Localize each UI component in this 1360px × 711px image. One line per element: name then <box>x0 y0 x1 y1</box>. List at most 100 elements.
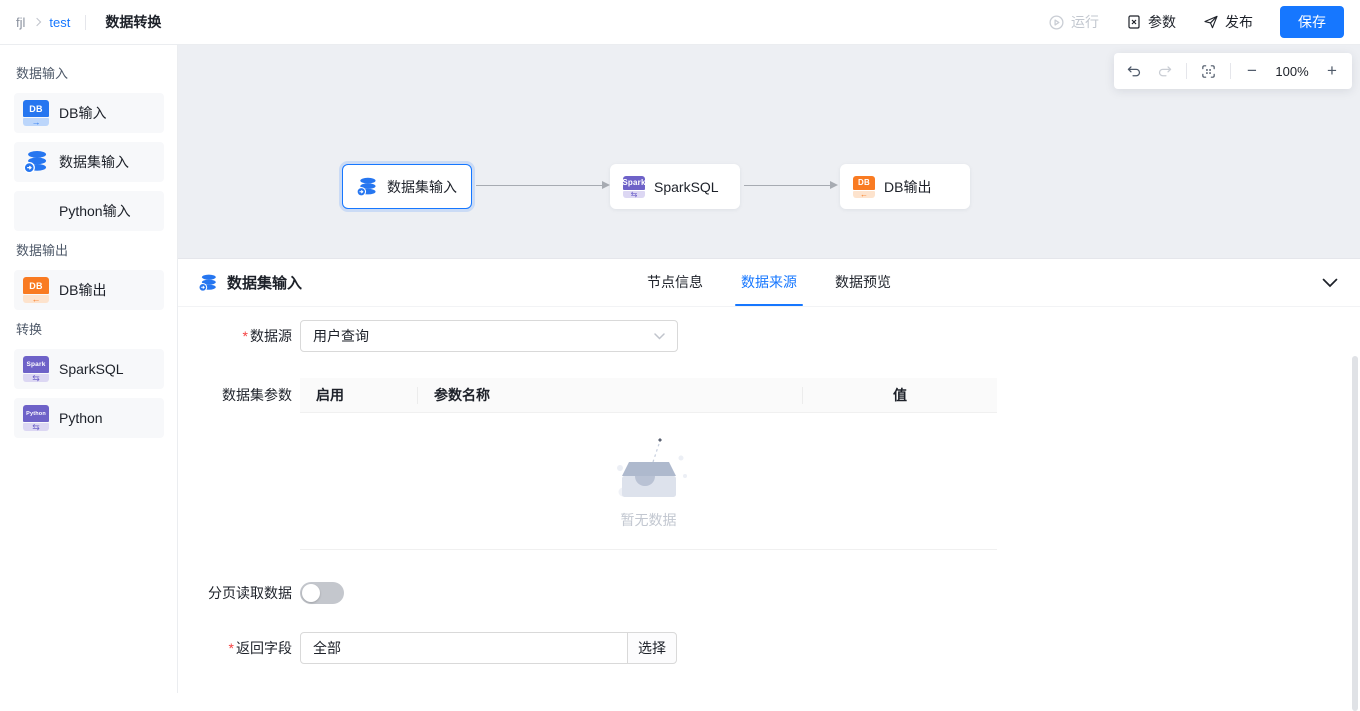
chevron-right-icon <box>33 17 41 25</box>
column-header-param-name: 参数名称 <box>418 378 803 412</box>
paging-label: 分页读取数据 <box>178 582 292 604</box>
datasource-row: *数据源 用户查询 <box>178 320 1360 352</box>
dataset-input-icon <box>356 176 378 198</box>
publish-button[interactable]: 发布 <box>1203 12 1253 32</box>
page-title: 数据转换 <box>105 12 161 32</box>
top-bar: fjl test 数据转换 运行 参数 发布 保存 <box>0 0 1360 45</box>
zoom-in-button[interactable]: + <box>1324 63 1340 79</box>
datasource-select[interactable]: 用户查询 <box>300 320 678 352</box>
palette-item-label: DB输入 <box>59 103 106 123</box>
divider <box>1230 63 1231 79</box>
tab-data-source[interactable]: 数据来源 <box>741 258 797 306</box>
node-palette-sidebar: 数据输入 DB → DB输入 数据集输入 Python输入 数据输出 DB ← … <box>0 45 178 693</box>
required-mark: * <box>243 328 248 344</box>
dataset-params-label: 数据集参数 <box>178 378 292 413</box>
palette-item-label: Python <box>59 410 103 426</box>
return-fields-group: 选择 <box>300 632 677 664</box>
paging-toggle[interactable] <box>300 582 344 604</box>
sparksql-icon: Spark ⇆ <box>623 176 645 198</box>
node-label: SparkSQL <box>654 179 719 195</box>
canvas-toolbar: − 100% + <box>1114 53 1352 89</box>
edge-dataset-to-spark <box>476 185 608 186</box>
section-title-data-input: 数据输入 <box>16 63 163 82</box>
db-output-icon: DB ← <box>853 176 875 198</box>
palette-item-label: DB输出 <box>59 280 106 300</box>
column-header-value: 值 <box>803 378 997 412</box>
paper-plane-icon <box>1203 14 1219 30</box>
python-icon: Python ⇆ <box>23 405 49 431</box>
undo-icon <box>1126 63 1143 80</box>
required-mark: * <box>229 640 234 656</box>
params-button[interactable]: 参数 <box>1126 12 1176 32</box>
params-label: 参数 <box>1148 12 1176 32</box>
run-label: 运行 <box>1071 12 1099 32</box>
chevron-down-icon <box>1322 278 1338 288</box>
panel-tabs: 节点信息 数据来源 数据预览 <box>647 258 891 306</box>
params-doc-icon <box>1126 14 1142 30</box>
dataset-params-table: 启用 参数名称 值 暂无数 <box>300 378 997 550</box>
return-fields-input[interactable] <box>300 632 628 664</box>
zoom-level: 100% <box>1273 64 1311 79</box>
palette-item-label: 数据集输入 <box>59 152 129 172</box>
empty-box-icon <box>603 432 695 506</box>
paging-row: 分页读取数据 <box>178 582 1360 604</box>
tab-node-info[interactable]: 节点信息 <box>647 258 703 306</box>
node-label: 数据集输入 <box>387 177 457 197</box>
panel-scrollbar[interactable] <box>1352 356 1358 711</box>
table-empty-state: 暂无数据 <box>300 413 997 550</box>
topbar-actions: 运行 参数 发布 保存 <box>1048 6 1344 38</box>
palette-item-python[interactable]: Python ⇆ Python <box>14 398 164 438</box>
dataset-input-icon <box>23 149 49 175</box>
toggle-knob <box>302 584 320 602</box>
section-title-data-output: 数据输出 <box>16 240 163 259</box>
node-label: DB输出 <box>884 177 931 197</box>
select-fields-button[interactable]: 选择 <box>627 632 677 664</box>
redo-icon <box>1156 63 1173 80</box>
section-title-transform: 转换 <box>16 319 163 338</box>
db-input-icon: DB → <box>23 100 49 126</box>
datasource-value: 用户查询 <box>313 326 369 346</box>
palette-item-sparksql[interactable]: Spark ⇆ SparkSQL <box>14 349 164 389</box>
datasource-label: *数据源 <box>178 320 292 352</box>
edge-spark-to-dboutput <box>744 185 836 186</box>
return-fields-label: *返回字段 <box>178 632 292 664</box>
panel-title: 数据集输入 <box>227 272 302 293</box>
play-circle-icon <box>1048 14 1065 31</box>
palette-item-python-input[interactable]: Python输入 <box>14 191 164 231</box>
breadcrumb-item[interactable]: test <box>49 15 70 30</box>
flow-node-db-output[interactable]: DB ← DB输出 <box>840 164 970 209</box>
missing-icon <box>23 198 49 224</box>
run-button[interactable]: 运行 <box>1048 12 1099 32</box>
tab-data-preview[interactable]: 数据预览 <box>835 258 891 306</box>
panel-header: 数据集输入 节点信息 数据来源 数据预览 <box>178 259 1360 307</box>
divider <box>85 15 86 30</box>
palette-item-db-output[interactable]: DB ← DB输出 <box>14 270 164 310</box>
fit-view-icon <box>1200 63 1217 80</box>
redo-button[interactable] <box>1156 63 1173 80</box>
flow-node-sparksql[interactable]: Spark ⇆ SparkSQL <box>610 164 740 209</box>
palette-item-label: SparkSQL <box>59 361 124 377</box>
return-fields-row: *返回字段 选择 <box>178 632 1360 664</box>
flow-canvas[interactable]: − 100% + 数据集输入 Spark ⇆ SparkSQL DB ← DB输… <box>178 45 1360 258</box>
table-header-row: 启用 参数名称 值 <box>300 378 997 413</box>
flow-node-dataset-input[interactable]: 数据集输入 <box>342 164 472 209</box>
panel-body: *数据源 用户查询 数据集参数 启用 参数名称 值 <box>178 307 1360 693</box>
palette-item-dataset-input[interactable]: 数据集输入 <box>14 142 164 182</box>
chevron-down-icon <box>654 333 665 340</box>
empty-text: 暂无数据 <box>621 510 677 530</box>
dataset-params-row: 数据集参数 启用 参数名称 值 <box>178 378 1360 550</box>
collapse-panel-button[interactable] <box>1322 275 1338 291</box>
undo-button[interactable] <box>1126 63 1143 80</box>
fit-view-button[interactable] <box>1200 63 1217 80</box>
node-config-panel: 数据集输入 节点信息 数据来源 数据预览 *数据源 用户查询 数据集参数 <box>178 258 1360 693</box>
save-button[interactable]: 保存 <box>1280 6 1344 38</box>
column-header-enabled: 启用 <box>300 378 418 412</box>
palette-item-db-input[interactable]: DB → DB输入 <box>14 93 164 133</box>
sparksql-icon: Spark ⇆ <box>23 356 49 382</box>
divider <box>1186 63 1187 79</box>
zoom-out-button[interactable]: − <box>1244 63 1260 79</box>
palette-item-label: Python输入 <box>59 201 131 221</box>
breadcrumb-project[interactable]: fjl <box>16 15 25 30</box>
breadcrumb: fjl test 数据转换 <box>16 12 161 32</box>
db-output-icon: DB ← <box>23 277 49 303</box>
